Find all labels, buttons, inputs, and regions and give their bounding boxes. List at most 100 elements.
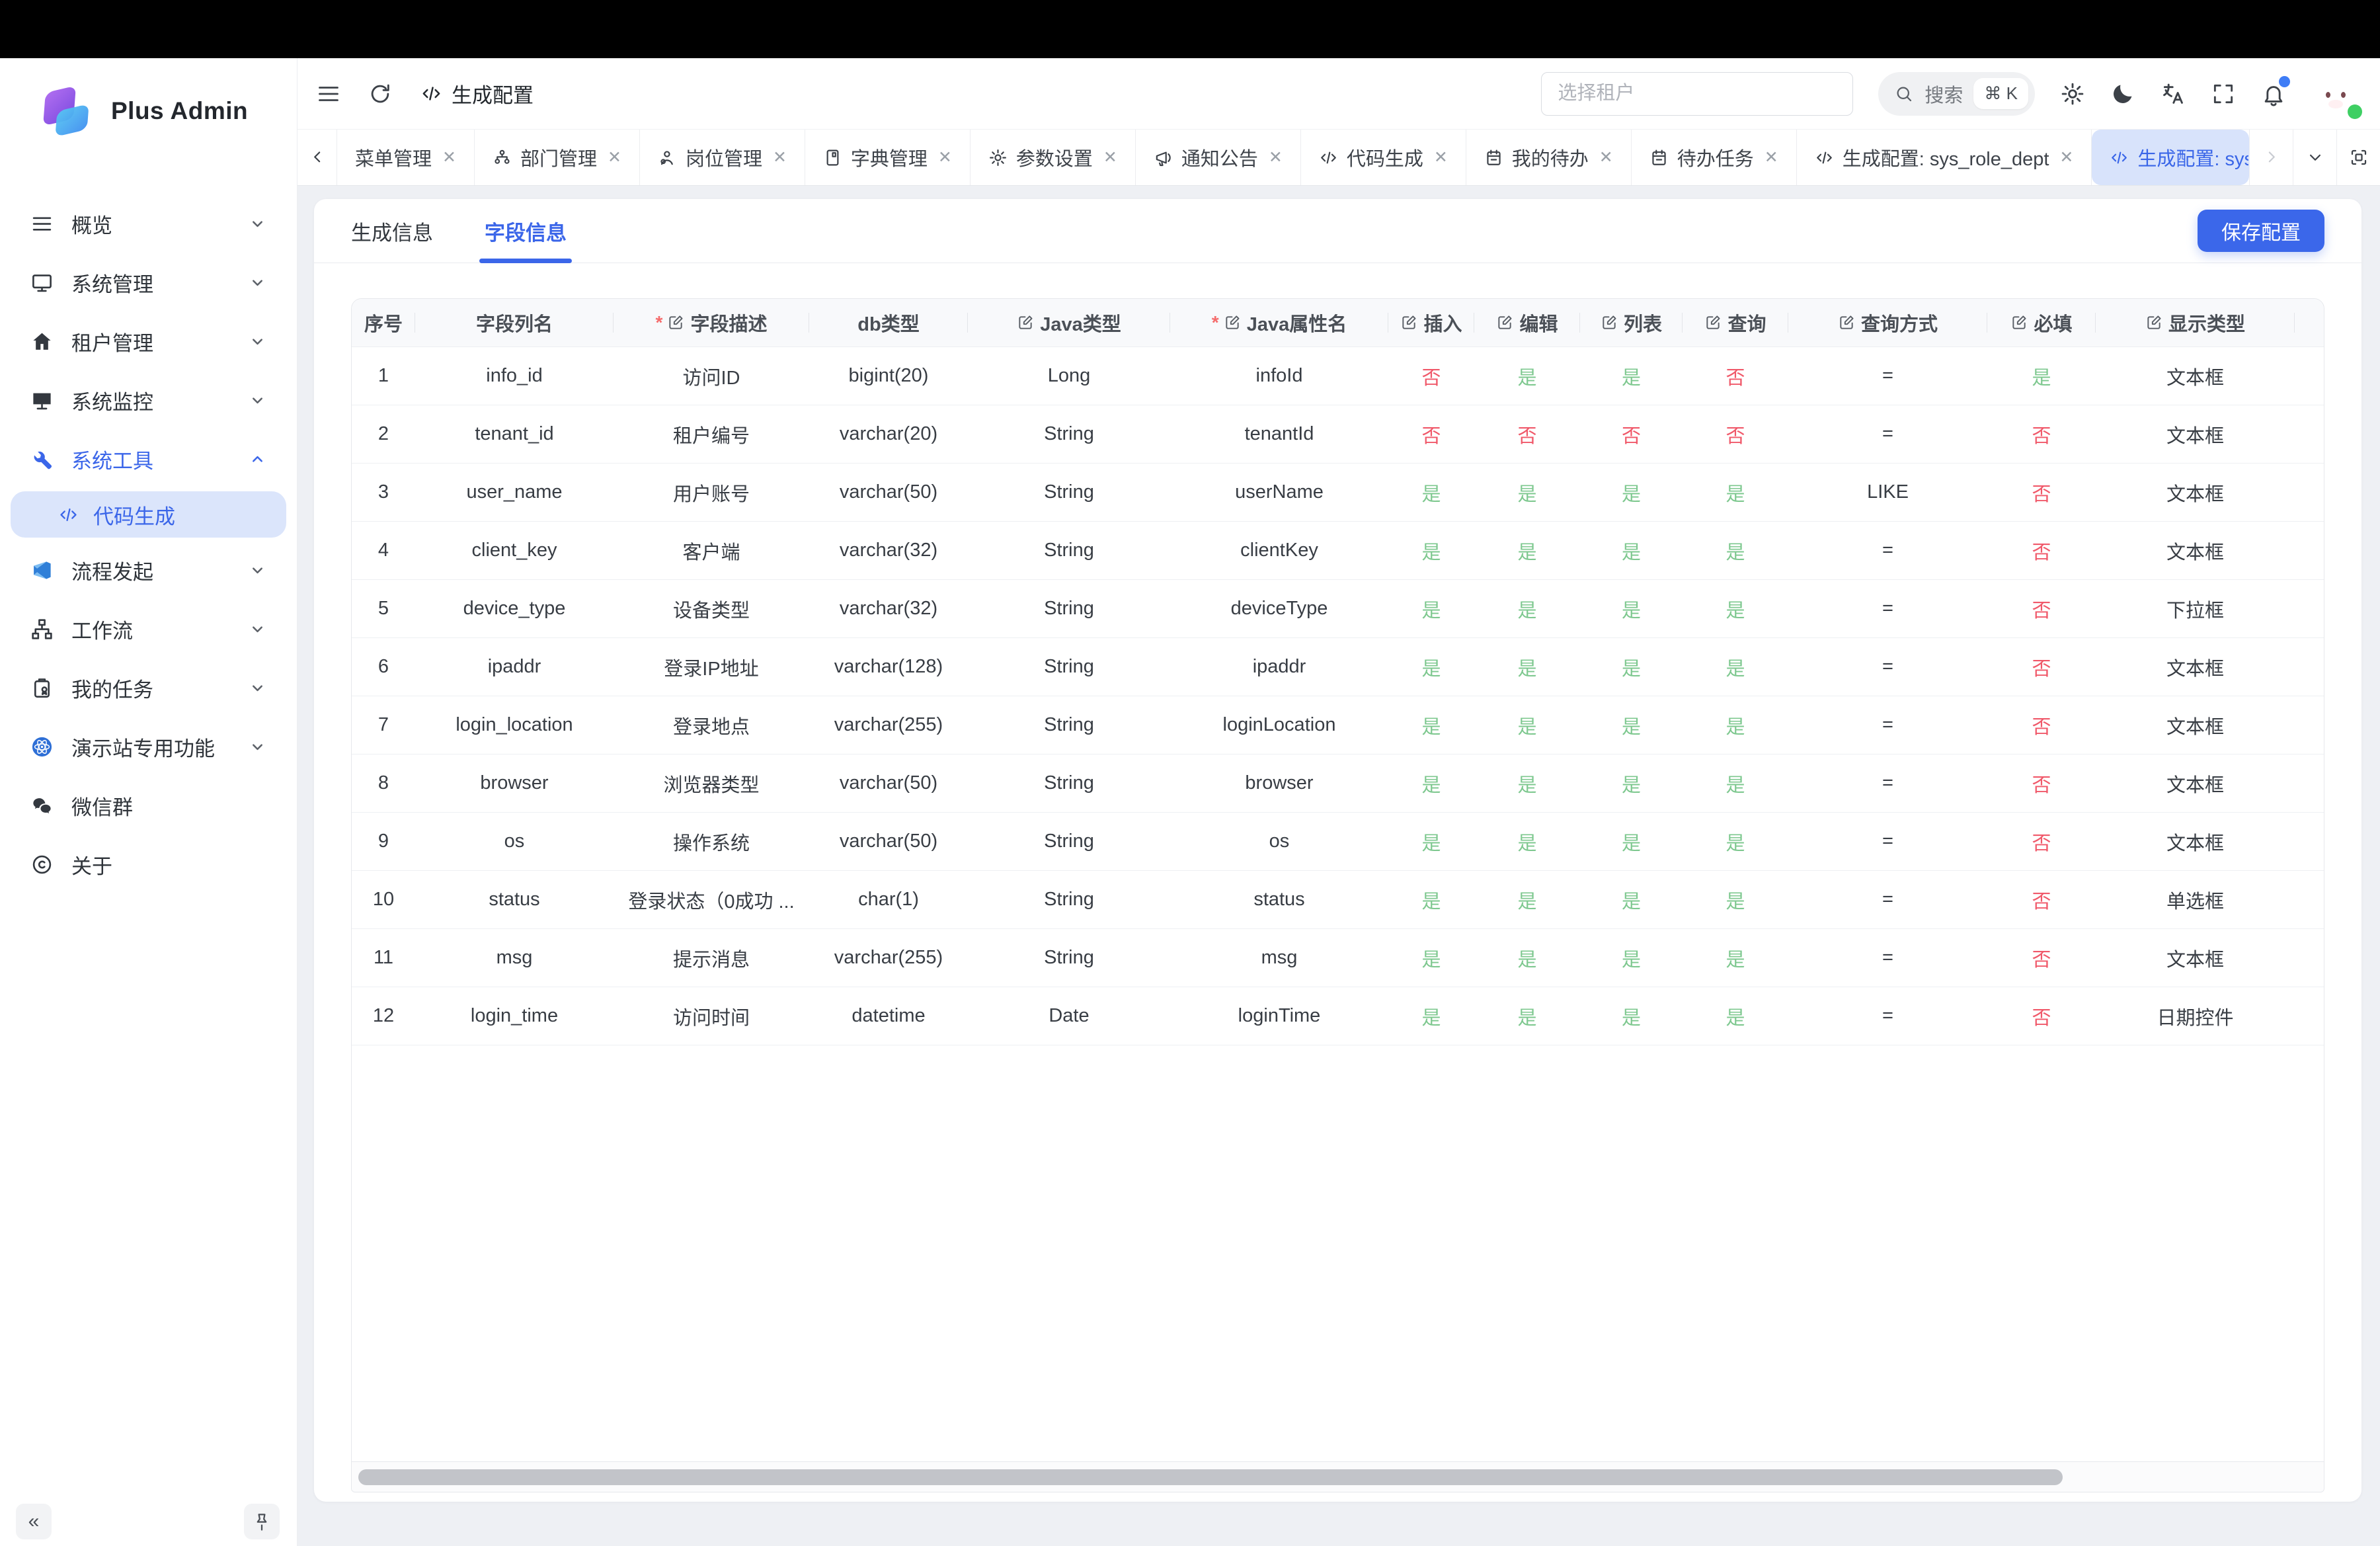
table-row[interactable]: 2tenant_id租户编号varchar(20)StringtenantId否…: [352, 405, 2324, 464]
table-cell: 12: [352, 987, 415, 1045]
table-cell: 是: [1580, 987, 1683, 1045]
breadcrumb: 生成配置: [420, 79, 534, 108]
sidebar-subitem[interactable]: 代码生成: [11, 491, 286, 538]
scrollbar-thumb[interactable]: [358, 1469, 2063, 1485]
tools-icon: [30, 448, 54, 471]
table-cell: 下拉框: [2096, 580, 2295, 637]
app-logo[interactable]: Plus Admin: [0, 65, 297, 157]
table-cell-stub: [2295, 522, 2324, 579]
workspace-tab[interactable]: 待办任务✕: [1632, 130, 1797, 185]
notifications-button[interactable]: [2261, 81, 2286, 106]
table-header-row: 序号字段列名*字段描述db类型Java类型*Java属性名插入编辑列表查询查询方…: [352, 299, 2324, 347]
close-icon[interactable]: ✕: [773, 147, 787, 167]
table-cell: 登录IP地址: [614, 638, 809, 696]
workspace-tab[interactable]: 通知公告✕: [1136, 130, 1301, 185]
content-fullscreen-button[interactable]: [2336, 130, 2380, 185]
close-icon[interactable]: ✕: [1434, 147, 1448, 167]
dark-mode-toggle[interactable]: [2110, 81, 2135, 106]
horizontal-scrollbar[interactable]: [352, 1461, 2324, 1492]
close-icon[interactable]: ✕: [2059, 147, 2073, 167]
user-avatar[interactable]: [2311, 69, 2360, 118]
fullscreen-button[interactable]: [2211, 81, 2236, 106]
table-cell: loginTime: [1170, 987, 1388, 1045]
close-icon[interactable]: ✕: [442, 147, 456, 167]
sidebar-item[interactable]: 演示站专用功能: [11, 720, 286, 773]
edit-icon: [2145, 314, 2162, 331]
table-row[interactable]: 3user_name用户账号varchar(50)StringuserName是…: [352, 464, 2324, 522]
sidebar-item[interactable]: 我的任务: [11, 661, 286, 714]
column-header: 查询方式: [1788, 299, 1987, 346]
language-toggle[interactable]: [2161, 81, 2186, 106]
app-shell: Plus Admin 概览系统管理租户管理系统监控系统工具代码生成流程发起工作流…: [0, 58, 2380, 1546]
table-cell: 租户编号: [614, 405, 809, 463]
settings-button[interactable]: [2060, 81, 2085, 106]
table-cell: client_key: [415, 522, 614, 579]
workspace-tab[interactable]: 部门管理✕: [475, 130, 640, 185]
close-icon[interactable]: ✕: [1103, 147, 1117, 167]
close-icon[interactable]: ✕: [1765, 147, 1778, 167]
tabs-scroll-left-button[interactable]: [298, 130, 337, 185]
table-cell: 是: [1388, 813, 1474, 870]
table-cell: browser: [1170, 754, 1388, 812]
workspace-tab[interactable]: 生成配置: sys_role_dept✕: [1797, 130, 2092, 185]
table-cell: 否: [1987, 405, 2096, 463]
workspace-tab[interactable]: 生成配置: sys_lo: [2092, 130, 2249, 185]
sidebar-item[interactable]: 租户管理: [11, 315, 286, 368]
table-row[interactable]: 11msg提示消息varchar(255)Stringmsg是是是是=否文本框: [352, 929, 2324, 987]
table-row[interactable]: 8browser浏览器类型varchar(50)Stringbrowser是是是…: [352, 754, 2324, 813]
close-icon[interactable]: ✕: [938, 147, 952, 167]
sidebar-item[interactable]: 系统监控: [11, 374, 286, 427]
workspace-tab[interactable]: 参数设置✕: [971, 130, 1136, 185]
workspace-tab[interactable]: 字典管理✕: [805, 130, 971, 185]
sidebar-item[interactable]: 系统管理: [11, 256, 286, 309]
close-icon[interactable]: ✕: [608, 147, 621, 167]
table-row[interactable]: 5device_type设备类型varchar(32)StringdeviceT…: [352, 580, 2324, 638]
workspace-tab[interactable]: 代码生成✕: [1301, 130, 1466, 185]
table-row[interactable]: 9os操作系统varchar(50)Stringos是是是是=否文本框: [352, 813, 2324, 871]
tabs-scroll-right-button[interactable]: [2249, 130, 2293, 185]
sidebar-item[interactable]: 流程发起: [11, 544, 286, 596]
monitor-icon: [30, 271, 54, 294]
column-header: 字段列名: [415, 299, 614, 346]
tenant-select-input[interactable]: [1541, 72, 1853, 116]
workspace-tab[interactable]: 我的待办✕: [1466, 130, 1632, 185]
table-row[interactable]: 7login_location登录地点varchar(255)Stringlog…: [352, 696, 2324, 754]
table-row[interactable]: 10status登录状态（0成功 ...char(1)Stringstatus是…: [352, 871, 2324, 929]
code-icon: [58, 505, 79, 525]
table-cell: 9: [352, 813, 415, 870]
table-cell: =: [1788, 696, 1987, 754]
sidebar-collapse-button[interactable]: «: [16, 1504, 52, 1539]
table-cell: 是: [1474, 638, 1580, 696]
tabs-dropdown-button[interactable]: [2293, 130, 2336, 185]
sidebar-item[interactable]: 微信群: [11, 779, 286, 832]
table-cell: 是: [1683, 522, 1788, 579]
sidebar-pin-button[interactable]: [244, 1504, 280, 1539]
sidebar-item[interactable]: 系统工具: [11, 432, 286, 485]
column-label: 编辑: [1519, 309, 1558, 337]
collapse-menu-button[interactable]: [316, 81, 341, 106]
workspace-tab[interactable]: 岗位管理✕: [640, 130, 805, 185]
refresh-button[interactable]: [368, 81, 393, 106]
table-cell: String: [968, 638, 1170, 696]
close-icon[interactable]: ✕: [1599, 147, 1613, 167]
table-row[interactable]: 6ipaddr登录IP地址varchar(128)Stringipaddr是是是…: [352, 638, 2324, 696]
table-row[interactable]: 1info_id访问IDbigint(20)LonginfoId否是是否=是文本…: [352, 347, 2324, 405]
sidebar-item[interactable]: 概览: [11, 197, 286, 250]
workspace-tab[interactable]: 菜单管理✕: [337, 130, 475, 185]
tab-field-info[interactable]: 字段信息: [485, 199, 567, 263]
table-cell: 是: [1683, 871, 1788, 928]
chevron-left-icon: [307, 147, 327, 167]
close-icon[interactable]: ✕: [1269, 147, 1283, 167]
tab-generate-info[interactable]: 生成信息: [351, 199, 433, 263]
column-label: Java属性名: [1247, 309, 1347, 337]
column-label: 序号: [364, 309, 403, 337]
sidebar-item[interactable]: 工作流: [11, 602, 286, 655]
book-icon: [823, 148, 842, 167]
column-header: 列表: [1580, 299, 1683, 346]
save-config-button[interactable]: 保存配置: [2198, 210, 2324, 252]
global-search-button[interactable]: 搜索 ⌘ K: [1878, 72, 2035, 116]
table-row[interactable]: 4client_key客户端varchar(32)StringclientKey…: [352, 522, 2324, 580]
table-cell: 否: [1683, 405, 1788, 463]
table-row[interactable]: 12login_time访问时间datetimeDateloginTime是是是…: [352, 987, 2324, 1045]
sidebar-item[interactable]: 关于: [11, 838, 286, 891]
